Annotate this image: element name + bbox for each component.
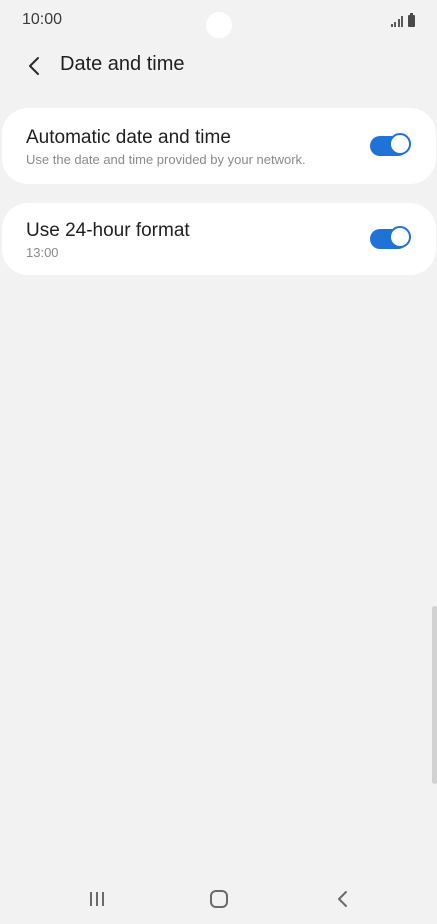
home-icon: [210, 890, 228, 908]
setting-title: Use 24-hour format: [26, 220, 190, 241]
automatic-date-time-toggle[interactable]: [370, 133, 411, 156]
chevron-left-icon: [29, 57, 39, 75]
setting-title: Automatic date and time: [26, 127, 231, 148]
status-icons: [390, 13, 415, 27]
home-button[interactable]: [199, 886, 239, 912]
setting-subtitle: Use the date and time provided by your n…: [26, 152, 306, 167]
status-time: 10:00: [22, 11, 63, 28]
toggle-knob: [389, 226, 411, 248]
toggle-knob: [389, 133, 411, 155]
setting-subtitle: 13:00: [26, 245, 59, 260]
header: Date and time: [0, 44, 437, 88]
24-hour-format-toggle[interactable]: [370, 226, 411, 249]
recents-button[interactable]: [77, 886, 117, 912]
navigation-bar: [0, 874, 437, 924]
camera-cutout: [206, 12, 232, 38]
battery-icon: [408, 13, 415, 27]
scrollbar[interactable]: [432, 606, 437, 784]
page-title: Date and time: [60, 53, 185, 75]
signal-icon: [390, 16, 403, 27]
nav-back-button[interactable]: [322, 886, 362, 912]
setting-24-hour-format[interactable]: Use 24-hour format 13:00: [2, 203, 436, 275]
status-bar: 10:00: [0, 0, 437, 40]
recents-icon: [90, 892, 104, 906]
back-button[interactable]: [18, 50, 50, 82]
setting-automatic-date-time[interactable]: Automatic date and time Use the date and…: [2, 108, 436, 184]
back-icon: [338, 891, 347, 907]
